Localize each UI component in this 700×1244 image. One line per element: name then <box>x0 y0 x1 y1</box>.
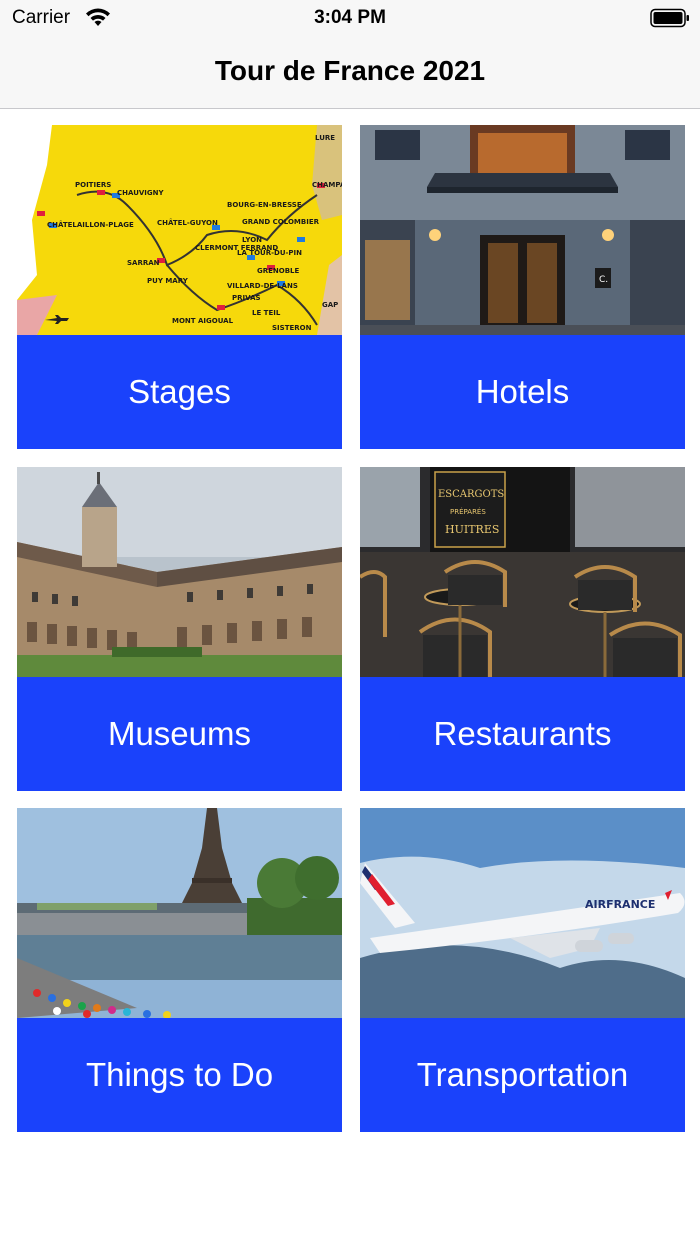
hotel-entrance-photo: C. <box>360 125 685 335</box>
tile-label-bar: Things to Do <box>17 1018 342 1132</box>
map-label: GAP <box>322 301 338 309</box>
airline-text: AIRFRANCE <box>585 898 655 911</box>
tile-label-bar: Transportation <box>360 1018 685 1132</box>
battery-icon <box>650 8 689 28</box>
map-label: GRAND COLOMBIER <box>242 218 320 226</box>
map-label: MONT AIGOUAL <box>172 317 234 325</box>
tile-restaurants[interactable]: ESCARGOTS PRÉPARÉS HUITRES Restaurants <box>360 467 685 792</box>
page-title: Tour de France 2021 <box>214 55 486 86</box>
map-label: CHÂTEL-GUYON <box>157 218 218 227</box>
map-label: LA TOUR-DU-PIN <box>237 249 302 257</box>
map-label: POITIERS <box>75 181 111 189</box>
bottom-safe-area <box>0 1150 700 1244</box>
tile-label: Things to Do <box>85 1056 274 1093</box>
map-label: VILLARD-DE-LANS <box>227 282 298 290</box>
cafe-sign-text: HUITRES <box>445 523 499 536</box>
route-map-photo: POITIERS CHAUVIGNY CHÂTEL-GUYON LYON GRA… <box>17 125 342 335</box>
map-label: LE TEIL <box>252 309 281 317</box>
map-label: SISTERON <box>272 324 312 332</box>
tile-museums[interactable]: Museums <box>17 467 342 792</box>
hotel-sign-text: C. <box>599 275 608 285</box>
map-label: CHAMPAG <box>312 181 342 189</box>
navigation-bar: Tour de France 2021 <box>0 36 700 109</box>
cafe-terrace-photo: ESCARGOTS PRÉPARÉS HUITRES <box>360 467 685 677</box>
tile-label: Transportation <box>416 1056 629 1093</box>
map-label: CHÂTELAILLON-PLAGE <box>47 220 134 229</box>
air-france-plane-photo: AIRFRANCE <box>360 808 685 1018</box>
tile-label: Stages <box>128 373 231 410</box>
tile-label: Museums <box>107 715 252 752</box>
cafe-sign-text: ESCARGOTS <box>438 489 504 500</box>
tile-label-bar: Stages <box>17 335 342 449</box>
clock-time: 3:04 PM <box>314 7 386 28</box>
map-label: PRIVAS <box>232 294 261 302</box>
cafe-sign-text: PRÉPARÉS <box>450 507 486 516</box>
map-label: LURE <box>315 134 335 142</box>
tile-label: Restaurants <box>433 715 612 752</box>
status-bar: Carrier 3:04 PM <box>0 0 700 36</box>
map-label: CHAUVIGNY <box>117 189 165 197</box>
abbey-cloister-photo <box>17 467 342 677</box>
tile-label-bar: Museums <box>17 677 342 791</box>
tile-stages[interactable]: POITIERS CHAUVIGNY CHÂTEL-GUYON LYON GRA… <box>17 125 342 450</box>
tile-transportation[interactable]: AIRFRANCE Transportation <box>360 808 685 1133</box>
map-label: LYON <box>242 236 262 244</box>
map-label: GRENOBLE <box>257 267 300 275</box>
tile-things-to-do[interactable]: Things to Do <box>17 808 342 1133</box>
map-label: PUY MARY <box>147 277 189 285</box>
tile-label-bar: Hotels <box>360 335 685 449</box>
map-label: SARRAN <box>127 259 160 267</box>
eiffel-tower-seine-photo <box>17 808 342 1018</box>
map-label: BOURG-EN-BRESSE <box>227 201 302 209</box>
tile-label-bar: Restaurants <box>360 677 685 791</box>
tile-hotels[interactable]: C. Hotels <box>360 125 685 450</box>
tile-label: Hotels <box>475 373 570 410</box>
